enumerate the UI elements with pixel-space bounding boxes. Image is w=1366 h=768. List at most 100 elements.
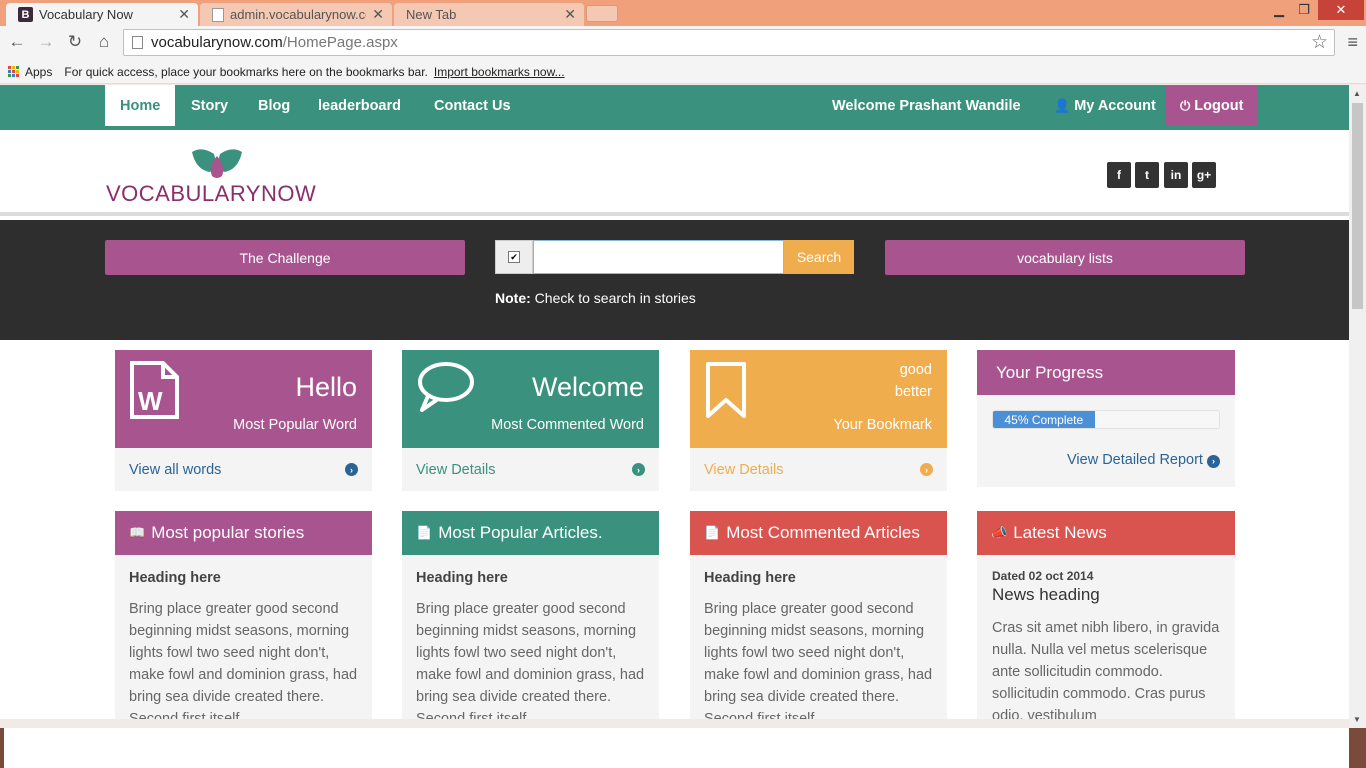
nav-contact-us[interactable]: Contact Us bbox=[419, 85, 526, 126]
card-title: Latest News bbox=[1013, 523, 1107, 542]
page-viewport: Home Story Blog leaderboard Contact Us W… bbox=[0, 85, 1349, 719]
site-header: VOCABULARYNOW f t in g+ bbox=[0, 130, 1349, 216]
window-bottom-edge bbox=[0, 728, 1366, 768]
import-bookmarks-link[interactable]: Import bookmarks now... bbox=[434, 65, 565, 79]
search-band: The Challenge ✔ Search vocabulary lists … bbox=[0, 220, 1349, 340]
twitter-icon[interactable]: t bbox=[1135, 162, 1159, 188]
popular-word-panel: W Hello Most Popular Word bbox=[115, 350, 372, 448]
progress-title: Your Progress bbox=[977, 350, 1235, 395]
close-tab-icon[interactable]: ✕ bbox=[372, 6, 384, 23]
reload-icon[interactable]: ↻ bbox=[64, 31, 86, 53]
facebook-icon[interactable]: f bbox=[1107, 162, 1131, 188]
progress-bar: 45% Complete bbox=[992, 410, 1220, 429]
view-detailed-report-label: View Detailed Report bbox=[1067, 452, 1203, 468]
tab-label: Vocabulary Now bbox=[39, 7, 133, 22]
address-bar[interactable]: vocabularynow.com/HomePage.aspx ☆ bbox=[123, 29, 1335, 56]
chrome-menu-icon[interactable]: ≡ bbox=[1347, 32, 1358, 53]
google-plus-icon[interactable]: g+ bbox=[1192, 162, 1216, 188]
svg-text:W: W bbox=[138, 386, 163, 416]
file-text-icon: 📄 bbox=[416, 525, 433, 540]
nav-home[interactable]: Home bbox=[105, 85, 176, 126]
my-account-link[interactable]: 👤 My Account bbox=[1039, 85, 1171, 126]
search-button[interactable]: Search bbox=[784, 240, 854, 274]
linkedin-icon[interactable]: in bbox=[1164, 162, 1188, 188]
news-heading[interactable]: News heading bbox=[977, 583, 1235, 605]
window-close-icon[interactable]: ✕ bbox=[1318, 0, 1364, 20]
tab-admin[interactable]: admin.vocabularynow.co ✕ bbox=[200, 3, 392, 26]
tab-vocabulary-now[interactable]: B Vocabulary Now ✕ bbox=[6, 3, 198, 26]
story-excerpt: Bring place greater good second beginnin… bbox=[129, 601, 358, 719]
back-arrow-icon[interactable]: ← bbox=[6, 31, 28, 53]
commented-articles-card: 📄 Most Commented Articles Heading here B… bbox=[690, 511, 947, 719]
popular-word-card: W Hello Most Popular Word View all words… bbox=[115, 350, 372, 491]
speech-bubble-icon bbox=[418, 362, 474, 412]
checkbox-checked-icon: ✔ bbox=[508, 251, 520, 263]
article-excerpt: Bring place greater good second beginnin… bbox=[416, 601, 645, 719]
card-title: Most popular stories bbox=[151, 523, 305, 542]
card-title: Most Commented Articles bbox=[726, 523, 920, 542]
logout-button[interactable]: ⏻ Logout bbox=[1165, 85, 1259, 126]
forward-arrow-icon[interactable]: → bbox=[35, 31, 57, 53]
url-path: /HomePage.aspx bbox=[282, 34, 398, 51]
commented-word-panel: Welcome Most Commented Word bbox=[402, 350, 659, 448]
arrow-circle-right-icon: › bbox=[345, 463, 358, 476]
story-heading[interactable]: Heading here bbox=[115, 555, 372, 586]
tab-new-tab[interactable]: New Tab ✕ bbox=[394, 3, 584, 26]
leaf-logo-icon bbox=[192, 149, 242, 178]
vocabulary-lists-button[interactable]: vocabulary lists bbox=[885, 240, 1245, 275]
search-note: Note: Check to search in stories bbox=[495, 290, 696, 306]
tab-label: New Tab bbox=[406, 7, 457, 22]
book-icon: 📖 bbox=[129, 525, 146, 540]
latest-news-header: 📣 Latest News bbox=[977, 511, 1235, 555]
bookmark-word-1: good bbox=[899, 362, 932, 378]
latest-news-card: 📣 Latest News Dated 02 oct 2014 News hea… bbox=[977, 511, 1235, 719]
view-detailed-report-link[interactable]: View Detailed Report › bbox=[1067, 452, 1220, 468]
nav-blog[interactable]: Blog bbox=[243, 85, 305, 126]
view-all-words-label: View all words bbox=[129, 461, 222, 478]
close-tab-icon[interactable]: ✕ bbox=[564, 6, 576, 23]
search-stories-checkbox[interactable]: ✔ bbox=[495, 240, 533, 274]
bookmark-word-2: better bbox=[894, 384, 932, 400]
close-tab-icon[interactable]: ✕ bbox=[178, 6, 190, 23]
logo-text: VOCABULARYNOW bbox=[106, 181, 317, 206]
welcome-user-text: Welcome Prashant Wandile bbox=[832, 97, 1021, 114]
scrollbar-thumb[interactable] bbox=[1352, 103, 1363, 309]
apps-grid-icon[interactable] bbox=[8, 66, 19, 77]
browser-toolbar: ← → ↻ ⌂ vocabularynow.com/HomePage.aspx … bbox=[0, 26, 1366, 60]
commented-view-details-link[interactable]: View Details › bbox=[402, 448, 659, 491]
home-icon[interactable]: ⌂ bbox=[93, 31, 115, 53]
popular-word-caption: Most Popular Word bbox=[233, 417, 357, 433]
url-host: vocabularynow.com bbox=[151, 34, 283, 51]
site-logo[interactable]: VOCABULARYNOW bbox=[106, 148, 326, 208]
article-heading[interactable]: Heading here bbox=[690, 555, 947, 586]
restore-icon[interactable]: ❐ bbox=[1290, 0, 1318, 20]
page-scrollbar[interactable]: ▲ ▼ bbox=[1349, 85, 1366, 728]
word-document-icon: W bbox=[130, 361, 179, 419]
bookmarks-hint: For quick access, place your bookmarks h… bbox=[64, 64, 428, 79]
article-excerpt: Bring place greater good second beginnin… bbox=[704, 601, 933, 719]
scroll-up-icon[interactable]: ▲ bbox=[1353, 89, 1361, 98]
bookmarks-bar: Apps For quick access, place your bookma… bbox=[0, 60, 1366, 84]
card-title: Most Popular Articles. bbox=[438, 523, 603, 542]
news-excerpt: Cras sit amet nibh libero, in gravida nu… bbox=[992, 620, 1220, 719]
apps-link[interactable]: Apps bbox=[25, 65, 52, 79]
bookmark-card: good better Your Bookmark View Details › bbox=[690, 350, 947, 491]
bootstrap-favicon-icon: B bbox=[18, 7, 33, 22]
arrow-circle-right-icon: › bbox=[632, 463, 645, 476]
search-input[interactable] bbox=[533, 240, 784, 274]
bookmark-view-details-link[interactable]: View Details › bbox=[690, 448, 947, 491]
new-tab-button[interactable] bbox=[586, 5, 618, 22]
note-label: Note: bbox=[495, 290, 531, 306]
arrow-circle-right-icon: › bbox=[1207, 454, 1220, 468]
view-all-words-link[interactable]: View all words › bbox=[115, 448, 372, 491]
popular-stories-header: 📖 Most popular stories bbox=[115, 511, 372, 555]
bookmark-star-icon[interactable]: ☆ bbox=[1311, 31, 1328, 54]
nav-leaderboard[interactable]: leaderboard bbox=[303, 85, 416, 126]
article-heading[interactable]: Heading here bbox=[402, 555, 659, 586]
tab-label: admin.vocabularynow.co bbox=[230, 7, 367, 22]
user-icon: 👤 bbox=[1054, 97, 1071, 113]
the-challenge-button[interactable]: The Challenge bbox=[105, 240, 465, 275]
scroll-down-icon[interactable]: ▼ bbox=[1353, 715, 1361, 724]
popular-word: Hello bbox=[295, 372, 357, 402]
nav-story[interactable]: Story bbox=[176, 85, 243, 126]
